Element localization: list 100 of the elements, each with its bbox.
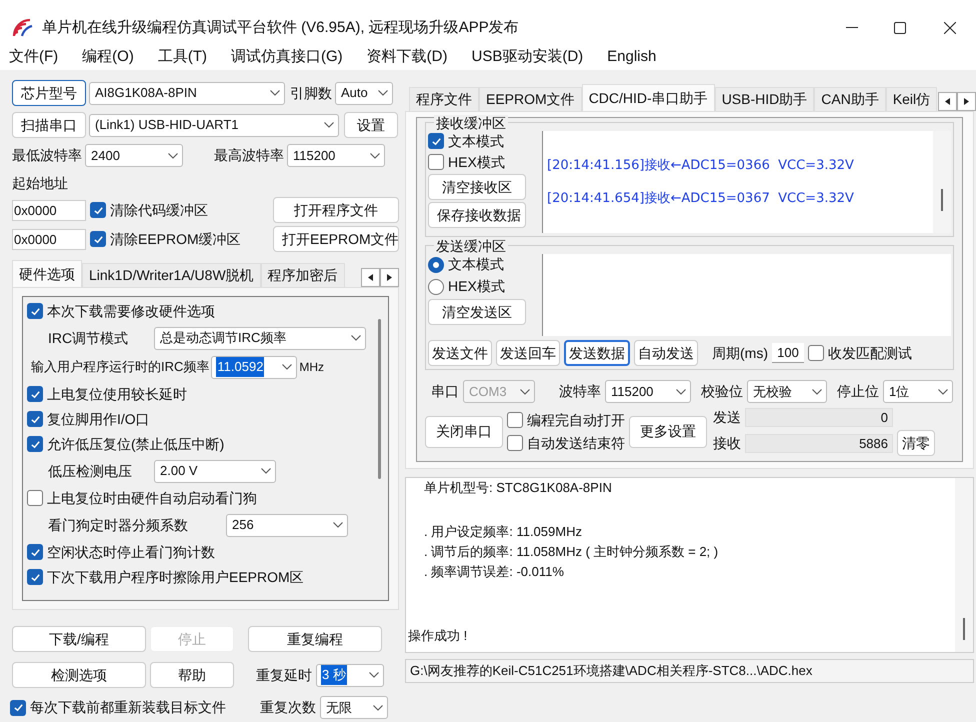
option-label: 输入用户程序运行时的IRC频率: [31, 358, 210, 376]
tab[interactable]: 硬件选项: [12, 260, 82, 287]
counter-field: 5886: [745, 434, 893, 452]
checkbox[interactable]: [27, 490, 43, 506]
tab[interactable]: 程序加密后: [260, 263, 345, 287]
button[interactable]: 下载/编程: [12, 626, 146, 652]
button[interactable]: 扫描串口: [12, 112, 86, 138]
button[interactable]: 检测选项: [12, 662, 146, 688]
option-label: IRC调节模式: [48, 328, 130, 348]
menu-item[interactable]: USB驱动安装(D): [466, 46, 588, 68]
checkbox[interactable]: [808, 345, 824, 361]
menu-item[interactable]: English: [602, 46, 662, 68]
scroll-right-button[interactable]: [957, 92, 976, 111]
tab[interactable]: 程序文件: [409, 87, 479, 111]
checkbox[interactable]: [27, 411, 43, 427]
address-field[interactable]: 0x0000: [12, 228, 86, 250]
radio-button[interactable]: [428, 256, 444, 272]
tab[interactable]: CDC/HID-串口助手: [582, 84, 715, 111]
button[interactable]: 打开EEPROM文件: [273, 226, 399, 252]
button[interactable]: 清空接收区: [428, 174, 526, 200]
dropdown[interactable]: 115200: [287, 144, 385, 167]
field-label: 波特率: [559, 382, 601, 401]
radio-button[interactable]: [428, 278, 444, 294]
file-path-field: G:\网友推荐的Keil-C51C251环境搭建\ADC相关程序-STC8...\ADC.hex: [405, 659, 974, 683]
checkbox[interactable]: [428, 133, 444, 149]
period-field[interactable]: 100: [772, 343, 804, 363]
button[interactable]: 清空发送区: [428, 299, 526, 325]
dropdown[interactable]: 2.00 V: [154, 460, 276, 482]
radio-label: 文本模式: [448, 255, 504, 274]
checkbox[interactable]: [27, 386, 43, 402]
button[interactable]: 关闭串口: [425, 416, 503, 448]
button[interactable]: 发送数据: [564, 340, 630, 366]
button[interactable]: 自动发送: [634, 340, 698, 366]
checkbox-label: 每次下载前都重新装载目标文件: [30, 698, 226, 717]
option-label: 看门狗定时器分频系数: [48, 516, 189, 534]
menu-item[interactable]: 编程(O): [77, 46, 139, 68]
close-icon: [944, 22, 956, 34]
minimize-icon: [846, 27, 858, 29]
button[interactable]: 发送文件: [428, 340, 492, 366]
log-line: [20:14:41.156]接收←ADC15=0366 VCC=3.32V: [547, 156, 855, 174]
button[interactable]: 芯片型号: [12, 80, 86, 106]
button[interactable]: 设置: [344, 112, 398, 138]
scrollbar-thumb[interactable]: [941, 189, 943, 211]
dropdown[interactable]: 3 秒: [316, 664, 384, 686]
scroll-right-button[interactable]: [380, 268, 399, 287]
chevron-icon: [333, 522, 343, 528]
unit-label: MHz: [299, 359, 324, 376]
dropdown[interactable]: 256: [226, 514, 348, 536]
check-icon: [12, 702, 24, 713]
checkbox[interactable]: [90, 231, 106, 247]
tab[interactable]: Link1D/Writer1A/U8W脱机: [82, 263, 261, 287]
scroll-left-button[interactable]: [361, 268, 380, 287]
tab[interactable]: Keil仿: [886, 87, 938, 111]
chevron-icon: [520, 388, 530, 394]
button[interactable]: 清零: [897, 430, 935, 456]
checkbox[interactable]: [27, 436, 43, 452]
dropdown[interactable]: (Link1) USB-HID-UART1: [89, 114, 339, 136]
menu-item[interactable]: 文件(F): [4, 46, 64, 68]
dropdown[interactable]: 11.0592: [211, 356, 298, 378]
tab[interactable]: USB-HID助手: [714, 87, 814, 111]
checkbox[interactable]: [90, 202, 106, 218]
field-label: 接收: [713, 434, 741, 452]
checkbox[interactable]: [27, 544, 43, 560]
field-label: 停止位: [837, 382, 879, 401]
dropdown[interactable]: 1位: [883, 380, 953, 403]
dropdown[interactable]: Auto: [335, 82, 393, 104]
tab[interactable]: EEPROM文件: [479, 87, 582, 111]
section-label: 起始地址: [12, 174, 69, 193]
menu-item[interactable]: 调试仿真接口(G): [226, 46, 348, 68]
scrollbar-thumb[interactable]: [378, 319, 381, 479]
checkbox[interactable]: [10, 700, 26, 716]
dropdown[interactable]: 无校验: [747, 380, 827, 403]
check-icon: [30, 306, 40, 316]
button[interactable]: 打开程序文件: [273, 197, 399, 223]
checkbox[interactable]: [27, 303, 43, 319]
button[interactable]: 帮助: [150, 662, 234, 688]
checkbox[interactable]: [507, 435, 523, 451]
scrollbar-thumb[interactable]: [963, 618, 965, 640]
dropdown[interactable]: 2400: [85, 144, 183, 167]
dropdown[interactable]: 115200: [605, 380, 691, 403]
checkbox[interactable]: [428, 154, 444, 170]
button[interactable]: 保存接收数据: [428, 202, 526, 228]
button[interactable]: 重复编程: [248, 626, 382, 652]
dropdown[interactable]: AI8G1K08A-8PIN: [89, 82, 285, 104]
address-field[interactable]: 0x0000: [12, 200, 86, 220]
dropdown[interactable]: 总是动态调节IRC频率: [154, 326, 366, 350]
checkbox-label: 编程完自动打开: [527, 410, 625, 430]
checkbox[interactable]: [507, 412, 523, 428]
button[interactable]: 发送回车: [496, 340, 560, 366]
field-label: 最低波特率: [12, 146, 82, 165]
checkbox[interactable]: [27, 569, 43, 585]
chevron-icon: [812, 388, 822, 394]
menu-item[interactable]: 工具(T): [152, 46, 212, 68]
option-label: 低压检测电压: [48, 462, 133, 480]
chevron-icon: [324, 122, 334, 128]
dropdown[interactable]: 无限: [320, 696, 388, 719]
menu-item[interactable]: 资料下载(D): [362, 46, 452, 68]
tab[interactable]: CAN助手: [814, 87, 886, 111]
button[interactable]: 更多设置: [629, 416, 707, 448]
scroll-left-button[interactable]: [938, 92, 957, 111]
